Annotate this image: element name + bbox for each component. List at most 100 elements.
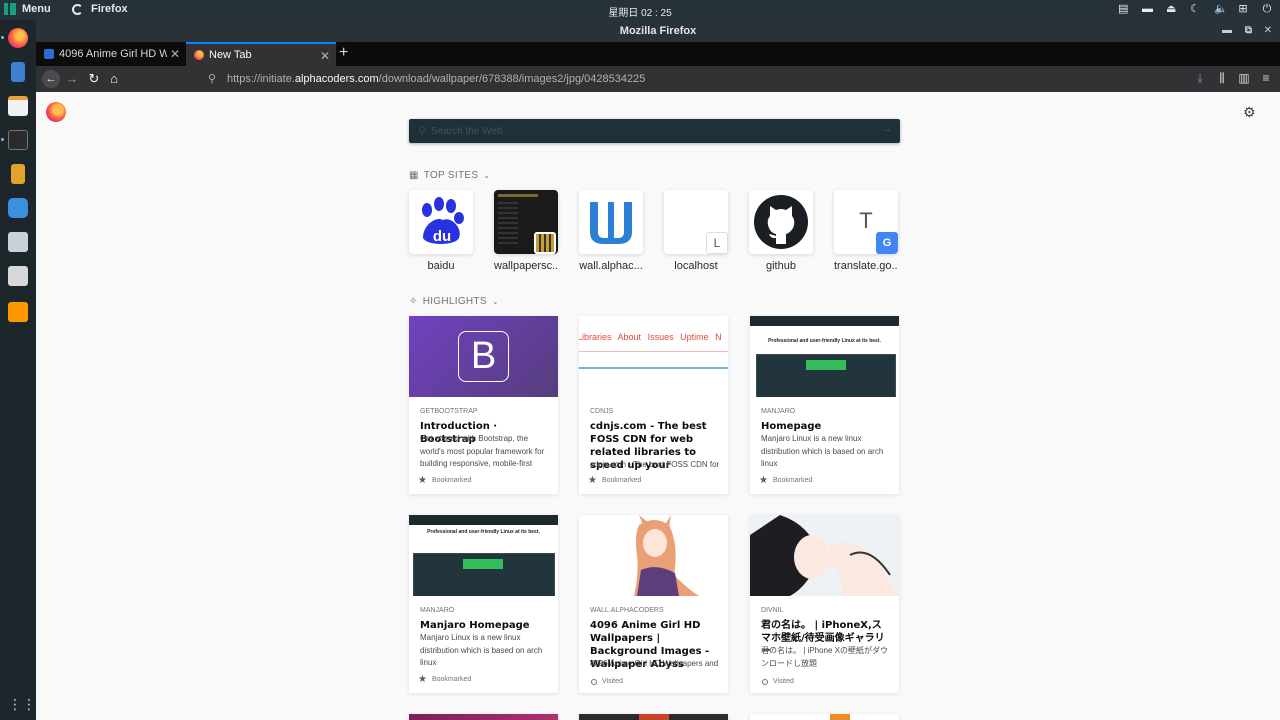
usb-icon[interactable]: ▬: [1142, 3, 1153, 15]
card-context: Visited: [759, 678, 794, 685]
top-site-baidu[interactable]: du baidu: [409, 190, 473, 272]
bookmark-star-icon: ★: [418, 475, 427, 486]
scrollbar[interactable]: [1270, 92, 1280, 720]
new-tab-button[interactable]: +: [339, 44, 348, 62]
system-tray: ▤ ▬ ⏏ ☾ 🔈 ⊞ ⏻: [1118, 3, 1272, 15]
terminal-dock-icon[interactable]: [8, 130, 28, 150]
highlight-card[interactable]: DIVNIL 君の名は。 | iPhoneX,スマホ壁紙/待受画像ギャラリー 君…: [750, 515, 899, 693]
apps-grid-icon[interactable]: ⋮⋮: [8, 694, 36, 714]
moon-icon[interactable]: ☾: [1190, 3, 1200, 15]
home-icon[interactable]: ⌂: [106, 71, 122, 86]
card-preview: Professional and user-friendly Linux at …: [750, 316, 899, 397]
forward-button[interactable]: →: [64, 71, 80, 86]
top-site-label: wall.alphac...: [579, 260, 643, 272]
clipboard-icon[interactable]: ▤: [1118, 3, 1128, 15]
search-input[interactable]: [431, 123, 871, 139]
highlight-card[interactable]: Professional and user-friendly Linux at …: [750, 316, 899, 494]
running-indicator: [1, 36, 4, 39]
card-context: Visited: [588, 678, 623, 685]
chevron-down-icon: ⌄: [491, 297, 499, 306]
card-context: ★ Bookmarked: [759, 475, 812, 486]
url-host: alphacoders.com: [294, 73, 379, 85]
file-manager-dock-icon[interactable]: [11, 62, 25, 82]
search-box[interactable]: ⚲ →: [409, 119, 900, 143]
top-site-wall-alphacoders[interactable]: wall.alphac...: [579, 190, 643, 272]
maximize-icon[interactable]: ⧉: [1245, 20, 1252, 42]
settings-dock-icon[interactable]: [8, 266, 28, 286]
screenshot-dock-icon[interactable]: [8, 232, 28, 252]
firefox-dock-icon[interactable]: [8, 28, 28, 48]
highlight-card[interactable]: B GETBOOTSTRAP Introduction · Bootstrap …: [409, 316, 558, 494]
top-sites-heading[interactable]: ▦ TOP SITES ⌄: [409, 170, 490, 181]
text-editor-dock-icon[interactable]: [8, 96, 28, 116]
reload-icon[interactable]: ↻: [86, 71, 102, 87]
top-site-label: localhost: [674, 260, 718, 272]
top-site-wallpapersc[interactable]: wallpapersc...: [494, 190, 558, 272]
url-prefix: https://initiate.: [227, 73, 295, 85]
card-description: Manjaro Linux is a new linux distributio…: [761, 434, 884, 468]
wallpaper-abyss-favicon: [44, 49, 54, 59]
hamburger-menu-icon[interactable]: ≡: [1260, 71, 1272, 86]
tab-title: New Tab: [209, 49, 252, 61]
card-context: ★ Bookmarked: [588, 475, 641, 486]
tab-anime[interactable]: 4096 Anime Girl HD Wa ✕: [36, 42, 186, 66]
card-description: Manjaro Linux is a new linux distributio…: [420, 633, 543, 667]
highlight-card-partial[interactable]: [409, 714, 558, 720]
card-description: 君の名は。 | iPhone Xの壁紙がダウンロードし放題: [761, 646, 888, 668]
card-host: DIVNIL: [761, 607, 784, 614]
network-icon[interactable]: ⊞: [1238, 3, 1248, 15]
tab-close-icon[interactable]: ✕: [320, 49, 330, 63]
sidebar-icon[interactable]: ▥: [1238, 71, 1250, 86]
search-go-icon[interactable]: →: [881, 123, 892, 135]
sublime-dock-icon[interactable]: [8, 302, 28, 322]
eject-icon[interactable]: ⏏: [1166, 3, 1176, 15]
gear-icon[interactable]: ⚙: [1243, 104, 1256, 121]
top-panel: Menu Firefox 星期日 02 : 25 ▤ ▬ ⏏ ☾ 🔈 ⊞ ⏻: [0, 0, 1280, 20]
highlight-card-partial[interactable]: [579, 714, 728, 720]
highlight-card-partial[interactable]: [750, 714, 899, 720]
chat-dock-icon[interactable]: [8, 198, 28, 218]
baidu-tile-text: du: [433, 228, 451, 245]
tab-title: 4096 Anime Girl HD Wa: [59, 48, 167, 60]
top-site-tile: L: [664, 190, 728, 254]
top-sites-title: TOP SITES: [423, 170, 479, 181]
window-title: Mozilla Firefox: [619, 25, 697, 37]
alphacoders-logo-icon: [590, 202, 632, 244]
close-icon[interactable]: ✕: [1264, 20, 1272, 42]
wallpaper-favicon: [534, 232, 556, 254]
card-preview: B: [409, 316, 558, 397]
highlight-card[interactable]: WALL.ALPHACODERS 4096 Anime Girl HD Wall…: [579, 515, 728, 693]
library-icon[interactable]: ⫼: [1216, 71, 1228, 86]
package-dock-icon[interactable]: [11, 164, 25, 184]
card-preview: [579, 515, 728, 596]
top-site-github[interactable]: github: [749, 190, 813, 272]
highlight-card[interactable]: Professional and user-friendly Linux at …: [409, 515, 558, 693]
card-description: cdnjs.com - The best FOSS CDN for: [590, 460, 720, 469]
tab-close-icon[interactable]: ✕: [170, 47, 180, 61]
localhost-tile-letter: L: [706, 232, 728, 254]
card-title: Homepage: [761, 421, 822, 432]
minimize-icon[interactable]: ▬: [1222, 20, 1232, 42]
card-host: GETBOOTSTRAP: [420, 408, 478, 415]
download-icon[interactable]: ⤓: [1194, 71, 1206, 86]
url-bar[interactable]: ⚲ https://initiate.alphacoders.com/downl…: [201, 68, 1111, 90]
power-icon[interactable]: ⏻: [1262, 3, 1272, 15]
tab-newtab[interactable]: New Tab ✕: [186, 42, 336, 66]
top-site-translate[interactable]: T G translate.go...: [834, 190, 898, 272]
card-title: Manjaro Homepage: [420, 620, 530, 631]
bookmark-star-icon: ★: [418, 674, 427, 685]
highlights-heading[interactable]: ✧ HIGHLIGHTS ⌄: [409, 296, 499, 307]
card-host: MANJARO: [420, 607, 455, 614]
search-icon: ⚲: [208, 73, 217, 85]
clock[interactable]: 星期日 02 : 25: [0, 4, 1280, 19]
anime-girl-preview: [634, 515, 699, 596]
top-site-localhost[interactable]: L localhost: [664, 190, 728, 272]
card-preview: Libraries About Issues Uptime N: [579, 316, 728, 397]
highlights-title: HIGHLIGHTS: [422, 296, 487, 307]
top-site-tile: [749, 190, 813, 254]
back-button[interactable]: ←: [42, 70, 60, 88]
baidu-paw-icon: du: [422, 197, 464, 245]
translate-tile-letter: T: [859, 208, 873, 233]
highlight-card[interactable]: Libraries About Issues Uptime N CDNJS cd…: [579, 316, 728, 494]
volume-icon[interactable]: 🔈: [1214, 3, 1228, 15]
